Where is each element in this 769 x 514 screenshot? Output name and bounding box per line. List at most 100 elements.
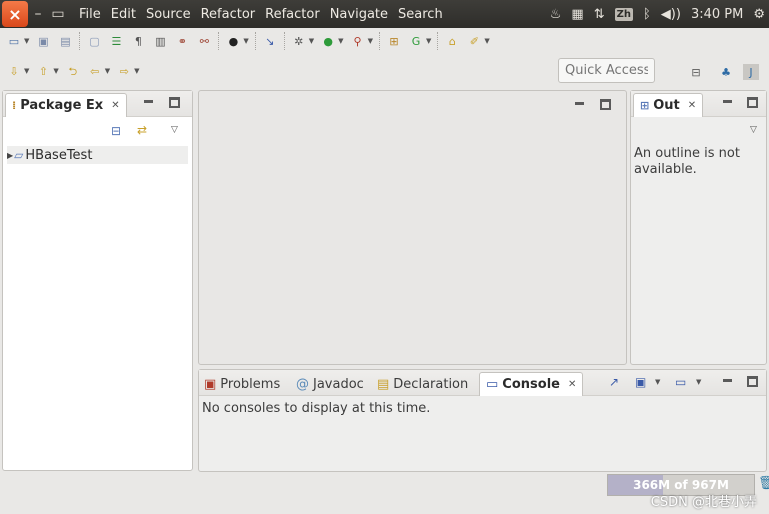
clock[interactable]: 3:40 PM [691, 7, 743, 22]
minimize-view-button[interactable] [722, 97, 733, 108]
console-message: No consoles to display at this time. [202, 401, 431, 416]
maximize-view-button[interactable] [747, 376, 758, 387]
external-tools-icon[interactable]: ⚲ [350, 33, 366, 49]
minimize-view-button[interactable] [143, 97, 154, 108]
back-icon[interactable]: ⇦ [87, 63, 103, 79]
coverage-icon[interactable]: ● [225, 33, 241, 49]
settings-gear-icon[interactable]: ⚙ [753, 7, 765, 22]
menu-refactor-2[interactable]: Refactor [260, 7, 325, 22]
new-icon[interactable]: ▭ [6, 33, 22, 49]
run-icon[interactable]: ● [320, 33, 336, 49]
toolbar-separator [79, 32, 81, 50]
display-selected-console-icon[interactable]: ▣ [635, 375, 646, 389]
link-with-editor-icon[interactable]: ⇄ [137, 123, 147, 137]
open-console-icon[interactable]: ▥ [152, 33, 168, 49]
new-class-icon[interactable]: G [408, 33, 424, 49]
outline-tab-label: Out [653, 98, 680, 113]
menu-search[interactable]: Search [393, 7, 448, 22]
console-panel: ▣ Problems @ Javadoc ▤ Declaration ▭ Con… [198, 369, 767, 472]
maximize-view-button[interactable] [169, 97, 180, 108]
quick-access-input[interactable] [558, 58, 655, 83]
tab-console[interactable]: ▭ Console ✕ [479, 372, 584, 396]
package-explorer-tab-label: Package Ex [20, 98, 104, 113]
open-type-icon[interactable]: ⚭ [174, 33, 190, 49]
tab-problems[interactable]: ▣ Problems [204, 372, 280, 396]
previous-annotation-icon[interactable]: ⇧ [35, 63, 51, 79]
bluetooth-icon[interactable]: ᛒ [643, 7, 651, 22]
save-icon[interactable]: ▣ [35, 33, 51, 49]
system-menubar: × – ▭ File Edit Source Refactor Refactor… [0, 0, 769, 28]
external-tools-dropdown-icon[interactable]: ▼ [368, 37, 373, 45]
volume-icon[interactable]: ◀)) [661, 7, 681, 22]
new-console-icon[interactable]: ▭ [675, 375, 686, 389]
last-edit-location-icon[interactable]: ⮌ [65, 63, 81, 79]
menu-file[interactable]: File [74, 7, 106, 22]
maximize-icon: ▭ [51, 6, 65, 22]
minimize-editor-button[interactable] [574, 99, 585, 110]
maximize-editor-button[interactable] [600, 99, 611, 110]
tab-problems-label: Problems [220, 376, 281, 392]
forward-icon[interactable]: ⇨ [116, 63, 132, 79]
search-dropdown-icon[interactable]: ▼ [484, 37, 489, 45]
system-indicators: ♨ ▦ ⇅ Zh ᛒ ◀)) 3:40 PM ⚙ [550, 0, 765, 28]
open-perspective-icon[interactable]: ⊟ [688, 64, 704, 80]
watermark: CSDN @北巷小弄 [650, 495, 757, 510]
next-annotation-dropdown-icon[interactable]: ▼ [24, 67, 29, 75]
network-icon[interactable]: ⇅ [594, 7, 605, 22]
next-annotation-icon[interactable]: ⇩ [6, 63, 22, 79]
back-dropdown-icon[interactable]: ▼ [105, 67, 110, 75]
window-close-button[interactable]: × [2, 1, 28, 27]
tab-declaration[interactable]: ▤ Declaration [377, 372, 468, 396]
show-whitespace-icon[interactable]: ¶ [130, 33, 146, 49]
tab-package-explorer[interactable]: ⁞ Package Ex ✕ [5, 93, 127, 117]
window-maximize-button[interactable]: ▭ [48, 4, 68, 24]
close-icon[interactable]: ✕ [688, 100, 696, 111]
skip-breakpoints-icon[interactable]: ↘ [262, 33, 278, 49]
new-java-package-icon[interactable]: ⊞ [386, 33, 402, 49]
toggle-breadcrumb-icon[interactable]: ▢ [86, 33, 102, 49]
tab-outline[interactable]: ⊞ Out ✕ [633, 93, 704, 117]
minimize-view-button[interactable] [722, 376, 733, 387]
menu-refactor[interactable]: Refactor [196, 7, 261, 22]
forward-dropdown-icon[interactable]: ▼ [134, 67, 139, 75]
previous-annotation-dropdown-icon[interactable]: ▼ [53, 67, 58, 75]
menu-edit[interactable]: Edit [106, 7, 141, 22]
debug-dropdown-icon[interactable]: ▼ [309, 37, 314, 45]
java-ee-perspective-icon[interactable]: ♣ [718, 64, 734, 80]
keyboard-icon[interactable]: ▦ [571, 7, 583, 22]
garbage-collect-icon[interactable]: 🗑 [758, 476, 769, 491]
maximize-view-button[interactable] [747, 97, 758, 108]
close-icon[interactable]: ✕ [111, 100, 119, 111]
project-name: HBaseTest [25, 147, 93, 163]
update-icon[interactable]: ♨ [550, 7, 562, 22]
collapse-all-icon[interactable]: ⊟ [111, 124, 121, 138]
display-console-dropdown-icon[interactable]: ▼ [655, 378, 660, 386]
tab-javadoc[interactable]: @ Javadoc [296, 372, 364, 396]
new-class-dropdown-icon[interactable]: ▼ [426, 37, 431, 45]
coverage-dropdown-icon[interactable]: ▼ [243, 37, 248, 45]
outline-icon: ⊞ [640, 99, 650, 112]
run-dropdown-icon[interactable]: ▼ [338, 37, 343, 45]
search-icon[interactable]: ✐ [466, 33, 482, 49]
tree-item-project[interactable]: ▶ ▱ HBaseTest [7, 146, 188, 164]
new-dropdown-icon[interactable]: ▼ [24, 37, 29, 45]
open-folder-icon[interactable]: ⌂ [444, 33, 460, 49]
open-console-icon[interactable]: ↗ [609, 375, 619, 389]
java-perspective-icon[interactable]: J [743, 64, 759, 80]
open-resource-icon[interactable]: ⚯ [196, 33, 212, 49]
main-toolbar: ▭ ▼ ▣ ▤ ▢ ☰ ¶ ▥ ⚭ ⚯ ● ▼ ↘ ✲ ▼ ● ▼ ⚲ ▼ ⊞ G ▼ ⌂ … [0, 28, 769, 54]
save-all-icon[interactable]: ▤ [57, 33, 73, 49]
tab-declaration-label: Declaration [393, 376, 469, 392]
menu-source[interactable]: Source [141, 7, 196, 22]
menu-navigate[interactable]: Navigate [325, 7, 393, 22]
open-task-icon[interactable]: ☰ [108, 33, 124, 49]
window-minimize-button[interactable]: – [28, 4, 48, 24]
expand-arrow-icon[interactable]: ▶ [7, 151, 13, 160]
new-console-dropdown-icon[interactable]: ▼ [696, 378, 701, 386]
close-icon[interactable]: ✕ [568, 379, 576, 390]
debug-icon[interactable]: ✲ [291, 33, 307, 49]
view-menu-icon[interactable]: ▽ [171, 125, 178, 135]
java-project-icon: ▱ [14, 148, 24, 162]
input-method-indicator[interactable]: Zh [614, 7, 633, 21]
view-menu-icon[interactable]: ▽ [750, 125, 757, 135]
